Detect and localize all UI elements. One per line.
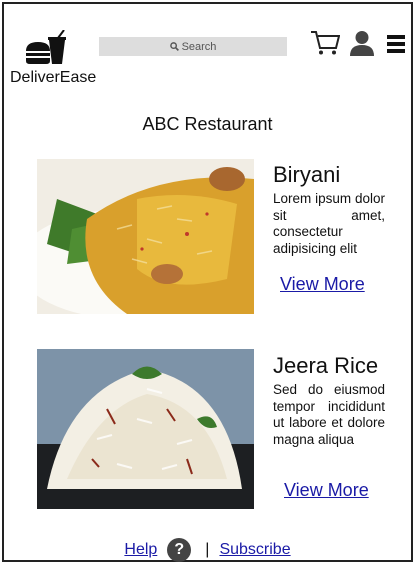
- dish-description-biryani: Lorem ipsum dolor sit amet, consectetur …: [273, 191, 385, 256]
- user-icon[interactable]: [349, 30, 375, 56]
- search-input[interactable]: Search: [99, 37, 287, 56]
- burger-drink-logo-icon[interactable]: [24, 30, 74, 66]
- search-icon: [169, 42, 179, 51]
- help-link[interactable]: Help: [124, 541, 157, 559]
- cart-icon[interactable]: [310, 30, 340, 56]
- view-more-jeera-rice-link[interactable]: View More: [284, 480, 369, 501]
- dish-name-jeera-rice: Jeera Rice: [273, 353, 379, 378]
- footer: Help ? | Subscribe: [4, 538, 411, 562]
- restaurant-title: ABC Restaurant: [142, 114, 273, 134]
- footer-separator: |: [205, 541, 210, 558]
- app-frame: DeliverEase Search ABC Restaurant Biryan…: [2, 2, 413, 562]
- biryani-image: [37, 159, 254, 314]
- brand-name: DeliverEase: [10, 69, 97, 86]
- view-more-biryani-link[interactable]: View More: [280, 274, 365, 295]
- jeera-rice-image: [37, 349, 254, 509]
- search-placeholder: Search: [181, 40, 217, 53]
- help-icon[interactable]: ?: [167, 538, 192, 562]
- subscribe-link[interactable]: Subscribe: [219, 541, 290, 559]
- dish-description-jeera-rice: Sed do eiusmod tempor incididunt ut labo…: [273, 382, 385, 447]
- dish-name-biryani: Biryani: [273, 162, 341, 187]
- menu-icon[interactable]: [387, 34, 405, 54]
